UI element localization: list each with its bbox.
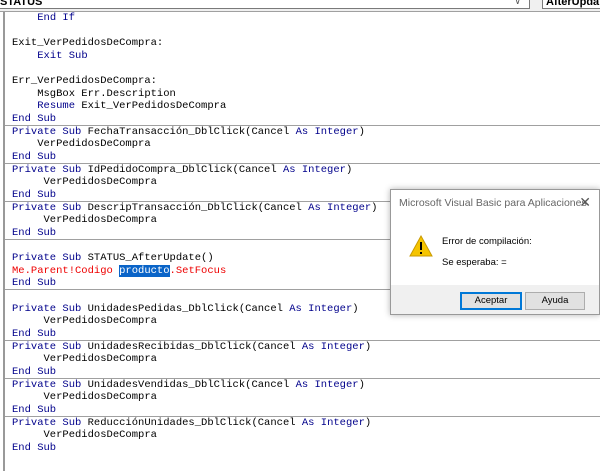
code-line[interactable]: Private Sub UnidadesVendidas_DblClick(Ca…	[5, 379, 600, 392]
help-button[interactable]: Ayuda	[525, 292, 585, 310]
code-line[interactable]: VerPedidosDeCompra	[5, 315, 600, 328]
code-token: End Sub	[12, 151, 57, 164]
code-token: As Integer	[308, 201, 372, 214]
code-line[interactable]: VerPedidosDeCompra	[5, 176, 600, 189]
code-line[interactable]: VerPedidosDeCompra	[5, 429, 600, 442]
procedure-combo[interactable]: AfterUpdate	[542, 0, 600, 9]
code-line[interactable]: Private Sub ReducciónUnidades_DblClick(C…	[5, 417, 600, 430]
code-token: End Sub	[12, 328, 57, 341]
code-token: Me.Parent!Codigo	[12, 264, 120, 277]
code-line[interactable]	[5, 25, 600, 38]
code-line[interactable]: Private Sub FechaTransacción_DblClick(Ca…	[5, 126, 600, 139]
error-dialog: Microsoft Visual Basic para Aplicaciones…	[390, 189, 600, 315]
code-token: As Integer	[301, 340, 365, 353]
code-token: )	[358, 378, 365, 391]
code-token: As Integer	[295, 378, 359, 391]
code-token: VerPedidosDeCompra	[12, 391, 157, 404]
error-message: Error de compilación:	[442, 236, 532, 247]
code-token: UnidadesVendidas_DblClick(Cancel	[81, 378, 296, 391]
code-token: ReducciónUnidades_DblClick(Cancel	[81, 416, 302, 429]
code-token: STATUS_AfterUpdate()	[81, 252, 214, 265]
code-token: Exit_VerPedidosDeCompra:	[12, 37, 164, 50]
code-token: )	[364, 340, 372, 353]
code-line[interactable]: Exit Sub	[5, 50, 600, 63]
accept-button[interactable]: Aceptar	[460, 292, 522, 310]
code-token: .SetFocus	[169, 264, 227, 277]
code-token: )	[345, 163, 353, 176]
code-token: Private Sub	[12, 416, 82, 429]
code-line[interactable]: VerPedidosDeCompra	[5, 138, 600, 151]
close-icon[interactable]: ✕	[579, 194, 591, 211]
code-line[interactable]: Private Sub UnidadesRecibidas_DblClick(C…	[5, 341, 600, 354]
code-token: As Integer	[289, 302, 353, 315]
code-line[interactable]: End If	[5, 12, 600, 25]
code-line[interactable]: End Sub	[5, 151, 600, 164]
code-line[interactable]	[5, 63, 600, 76]
code-token: )	[352, 302, 359, 315]
code-token: Private Sub	[12, 201, 82, 214]
code-token: UnidadesRecibidas_DblClick(Cancel	[81, 340, 302, 353]
dialog-title: Microsoft Visual Basic para Aplicaciones	[399, 197, 587, 209]
dialog-footer: Aceptar Ayuda	[391, 285, 599, 314]
code-token: UnidadesPedidas_DblClick(Cancel	[81, 302, 290, 315]
code-line[interactable]: VerPedidosDeCompra	[5, 353, 600, 366]
code-line[interactable]: Exit_VerPedidosDeCompra:	[5, 37, 600, 50]
procedure-combo-value: AfterUpdate	[546, 0, 600, 8]
code-token: VerPedidosDeCompra	[12, 176, 157, 189]
code-token: As Integer	[295, 125, 359, 138]
object-combo[interactable]: STATUS ∨	[0, 0, 530, 9]
code-token: )	[371, 201, 378, 214]
toolbar: STATUS ∨ AfterUpdate	[0, 0, 600, 12]
code-token: End Sub	[12, 441, 57, 454]
code-token: End Sub	[12, 113, 57, 126]
code-token: End Sub	[12, 277, 57, 290]
code-token: Exit Sub	[37, 49, 88, 62]
code-token: Exit_VerPedidosDeCompra	[75, 100, 227, 113]
code-token: )	[358, 125, 365, 138]
code-token: Private Sub	[12, 378, 82, 391]
code-token: VerPedidosDeCompra	[12, 214, 157, 227]
chevron-down-icon: ∨	[514, 0, 521, 6]
code-line[interactable]: End Sub	[5, 366, 600, 379]
code-line[interactable]: VerPedidosDeCompra	[5, 391, 600, 404]
code-token: VerPedidosDeCompra	[12, 315, 157, 328]
code-token: VerPedidosDeCompra	[12, 138, 151, 151]
code-line[interactable]: Resume Exit_VerPedidosDeCompra	[5, 100, 600, 113]
code-token: End If	[37, 12, 76, 24]
code-token: End Sub	[12, 403, 57, 416]
code-token: As Integer	[301, 416, 365, 429]
code-token: VerPedidosDeCompra	[12, 429, 157, 442]
code-token: IdPedidoCompra_DblClick(Cancel	[81, 163, 283, 176]
code-token: Private Sub	[12, 252, 82, 265]
code-token: Private Sub	[12, 125, 82, 138]
code-token: FechaTransacción_DblClick(Cancel	[81, 125, 296, 138]
code-token: )	[364, 416, 372, 429]
code-token: Private Sub	[12, 340, 82, 353]
code-line[interactable]: End Sub	[5, 404, 600, 417]
code-line[interactable]: End Sub	[5, 328, 600, 341]
code-token: Private Sub	[12, 163, 82, 176]
code-line[interactable]: Err_VerPedidosDeCompra:	[5, 75, 600, 88]
object-combo-value: STATUS	[0, 0, 43, 8]
code-token: DescripTransacción_DblClick(Cancel	[81, 201, 309, 214]
code-token: VerPedidosDeCompra	[12, 353, 157, 366]
code-token: Private Sub	[12, 302, 82, 315]
code-token: End Sub	[12, 188, 57, 201]
code-line[interactable]: End Sub	[5, 442, 600, 455]
code-token: End Sub	[12, 365, 57, 378]
warning-icon	[409, 235, 433, 257]
code-token: End Sub	[12, 226, 57, 239]
code-token: MsgBox Err.Description	[12, 87, 176, 100]
code-line[interactable]: End Sub	[5, 113, 600, 126]
code-token: Err_VerPedidosDeCompra:	[12, 75, 157, 88]
error-detail: Se esperaba: =	[442, 257, 507, 268]
code-line[interactable]: MsgBox Err.Description	[5, 88, 600, 101]
code-token: As Integer	[282, 163, 346, 176]
code-token: Resume	[37, 100, 76, 113]
code-line[interactable]: Private Sub IdPedidoCompra_DblClick(Canc…	[5, 164, 600, 177]
selected-text: producto	[119, 264, 170, 277]
